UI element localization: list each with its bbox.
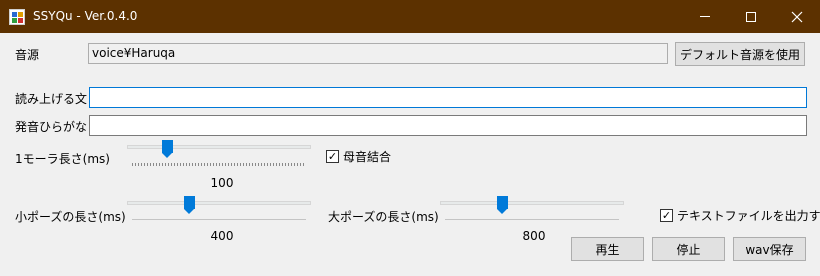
mora-length-value: 100 [210, 176, 234, 190]
window-title: SSYQu - Ver.0.4.0 [33, 9, 138, 23]
hiragana-label: 発音ひらがな [15, 120, 88, 134]
stop-button[interactable]: 停止 [652, 237, 725, 261]
large-pause-label: 大ポーズの長さ(ms) [328, 210, 439, 224]
checkbox-box[interactable]: ✓ [326, 150, 339, 163]
text-output-checkbox[interactable]: ✓ テキストファイルを出力する [660, 207, 820, 224]
slider-ticks [132, 219, 306, 220]
slider-track [127, 145, 311, 149]
slider-ticks [445, 219, 619, 220]
read-text-label: 読み上げる文 [15, 92, 88, 106]
save-wav-button[interactable]: wav保存 [733, 237, 806, 261]
check-icon: ✓ [327, 150, 338, 163]
minimize-button[interactable] [682, 0, 728, 33]
small-pause-value: 400 [210, 229, 234, 243]
vowel-join-checkbox[interactable]: ✓ 母音結合 [326, 148, 391, 165]
large-pause-slider[interactable] [440, 196, 624, 226]
small-pause-slider[interactable] [127, 196, 311, 226]
large-pause-value: 800 [522, 229, 546, 243]
slider-thumb[interactable] [162, 140, 173, 158]
checkbox-box[interactable]: ✓ [660, 209, 673, 222]
maximize-icon [746, 11, 756, 22]
text-output-label: テキストファイルを出力する [677, 209, 820, 223]
slider-ticks [132, 163, 306, 166]
source-label: 音源 [15, 48, 40, 62]
minimize-icon [700, 16, 710, 17]
mora-length-slider[interactable] [127, 140, 311, 170]
app-icon[interactable] [9, 9, 25, 25]
use-default-source-button[interactable]: デフォルト音源を使用 [675, 42, 805, 66]
slider-thumb[interactable] [497, 196, 508, 214]
maximize-button[interactable] [728, 0, 774, 33]
slider-track [127, 201, 311, 205]
source-path-field: voice¥Haruqa [88, 43, 668, 64]
read-text-input[interactable] [89, 87, 807, 108]
vowel-join-label: 母音結合 [343, 150, 392, 164]
mora-length-label: 1モーラ長さ(ms) [15, 152, 110, 166]
title-bar[interactable]: SSYQu - Ver.0.4.0 [0, 0, 820, 33]
close-button[interactable] [774, 0, 820, 33]
small-pause-label: 小ポーズの長さ(ms) [15, 210, 126, 224]
check-icon: ✓ [661, 209, 672, 222]
slider-thumb[interactable] [184, 196, 195, 214]
hiragana-input[interactable] [89, 115, 807, 136]
close-icon [791, 11, 803, 22]
play-button[interactable]: 再生 [571, 237, 644, 261]
slider-track [440, 201, 624, 205]
